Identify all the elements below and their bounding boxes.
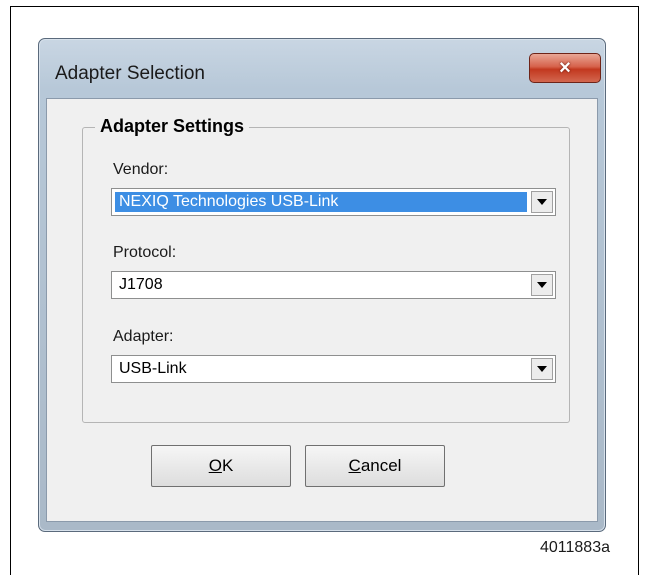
chevron-down-icon: [537, 366, 547, 372]
ok-mnemonic: O: [208, 456, 222, 475]
close-icon: ×: [559, 57, 571, 79]
protocol-dropdown[interactable]: J1708: [111, 271, 556, 299]
adapter-value: USB-Link: [119, 360, 187, 377]
figure-id: 4011883a: [540, 539, 610, 556]
dialog-client-area: Adapter Settings Vendor: NEXIQ Technolog…: [46, 98, 598, 522]
protocol-dropdown-arrow[interactable]: [531, 274, 553, 296]
cancel-label-rest: ancel: [360, 456, 402, 475]
adapter-dropdown-arrow[interactable]: [531, 358, 553, 380]
ok-button[interactable]: OK: [151, 445, 291, 487]
close-button[interactable]: ×: [529, 53, 601, 83]
chevron-down-icon: [537, 199, 547, 205]
group-title: Adapter Settings: [95, 116, 250, 137]
adapter-label: Adapter:: [113, 328, 174, 345]
vendor-label: Vendor:: [113, 161, 169, 178]
cancel-mnemonic: C: [348, 456, 361, 475]
adapter-dropdown[interactable]: USB-Link: [111, 355, 556, 383]
vendor-value: NEXIQ Technologies USB-Link: [115, 192, 527, 212]
adapter-settings-group: Adapter Settings Vendor: NEXIQ Technolog…: [82, 116, 570, 423]
protocol-label: Protocol:: [113, 244, 177, 261]
protocol-value: J1708: [119, 276, 163, 293]
vendor-dropdown-arrow[interactable]: [531, 191, 553, 213]
cancel-button[interactable]: Cancel: [305, 445, 445, 487]
chevron-down-icon: [537, 282, 547, 288]
dialog-title: Adapter Selection: [55, 63, 205, 84]
adapter-selection-dialog: Adapter Selection × Adapter Settings Ven…: [38, 38, 606, 532]
ok-label-rest: K: [221, 456, 234, 475]
vendor-dropdown[interactable]: NEXIQ Technologies USB-Link: [111, 188, 556, 216]
